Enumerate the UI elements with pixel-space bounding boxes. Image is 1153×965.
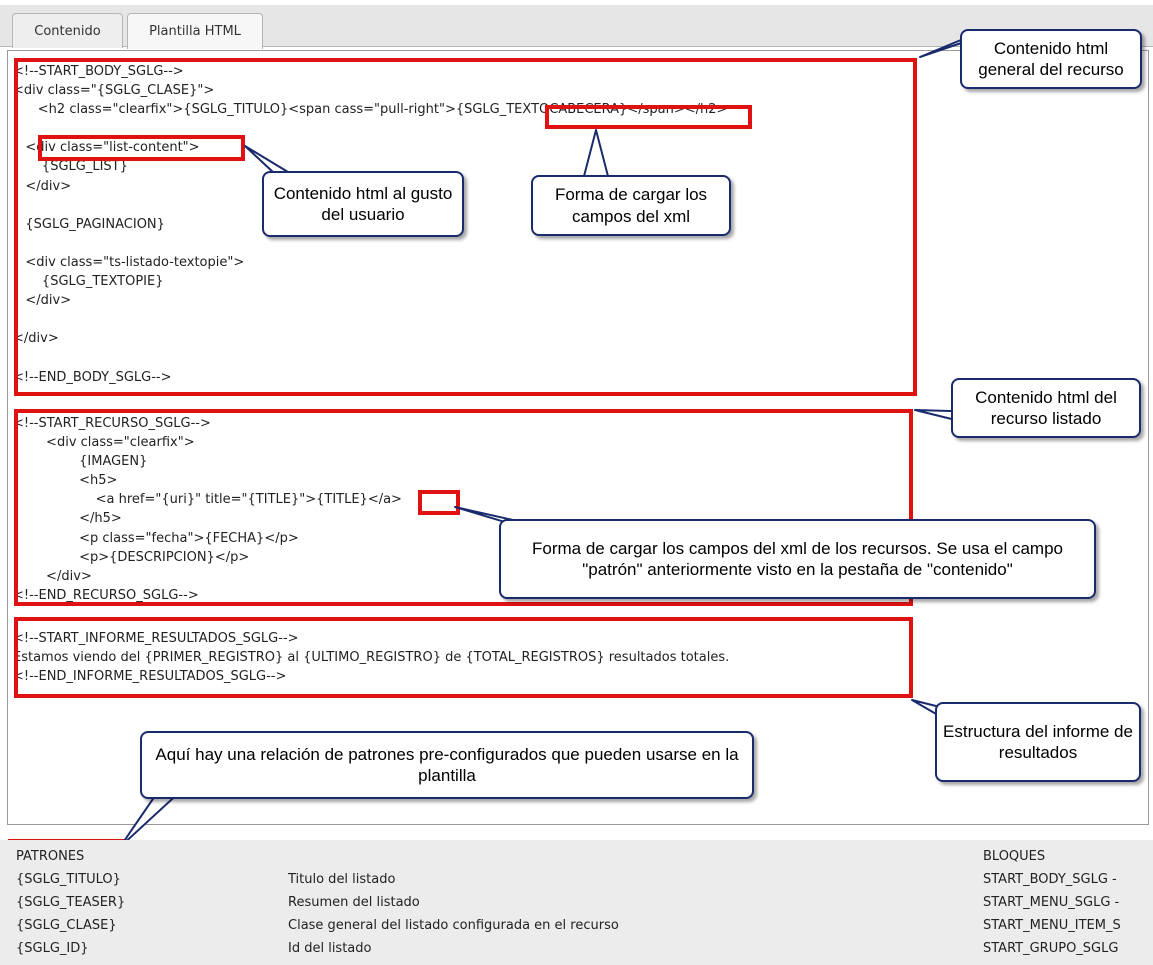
blocks-header: BLOQUES (983, 849, 1046, 864)
pattern-description: Id del listado (288, 941, 372, 956)
callout-patterns-note: Aquí hay una relación de patrones pre-co… (140, 731, 754, 799)
block-name[interactable]: START_MENU_SGLG - (983, 895, 1119, 910)
pattern-code[interactable]: {SGLG_TITULO} (16, 872, 121, 887)
block-name[interactable]: START_GRUPO_SGLG (983, 941, 1118, 956)
callout-pointers (119, 29, 986, 848)
pointer-load-fields (582, 129, 610, 181)
callout-load-resource-fields: Forma de cargar los campos del xml de lo… (499, 519, 1096, 599)
pattern-description: Clase general del listado configurada en… (288, 918, 619, 933)
patterns-panel: PATRONES BLOQUES {SGLG_TITULO} Titulo de… (0, 840, 1153, 965)
pattern-description: Titulo del listado (288, 872, 396, 887)
callout-general-content: Contenido html general del recurso (960, 29, 1142, 89)
callout-report-structure: Estructura del informe de resultados (935, 702, 1141, 782)
callout-listed-resource: Contenido html del recurso listado (951, 378, 1141, 438)
pattern-code[interactable]: {SGLG_CLASE} (16, 918, 117, 933)
block-name[interactable]: START_BODY_SGLG - (983, 872, 1117, 887)
pattern-code[interactable]: {SGLG_TEASER} (16, 895, 125, 910)
pattern-code[interactable]: {SGLG_ID} (16, 941, 89, 956)
pattern-description: Resumen del listado (288, 895, 420, 910)
callout-load-fields: Forma de cargar los campos del xml (531, 175, 731, 236)
callout-user-content: Contenido html al gusto del usuario (262, 171, 464, 237)
patterns-header: PATRONES (16, 849, 85, 864)
block-name[interactable]: START_MENU_ITEM_S (983, 918, 1121, 933)
